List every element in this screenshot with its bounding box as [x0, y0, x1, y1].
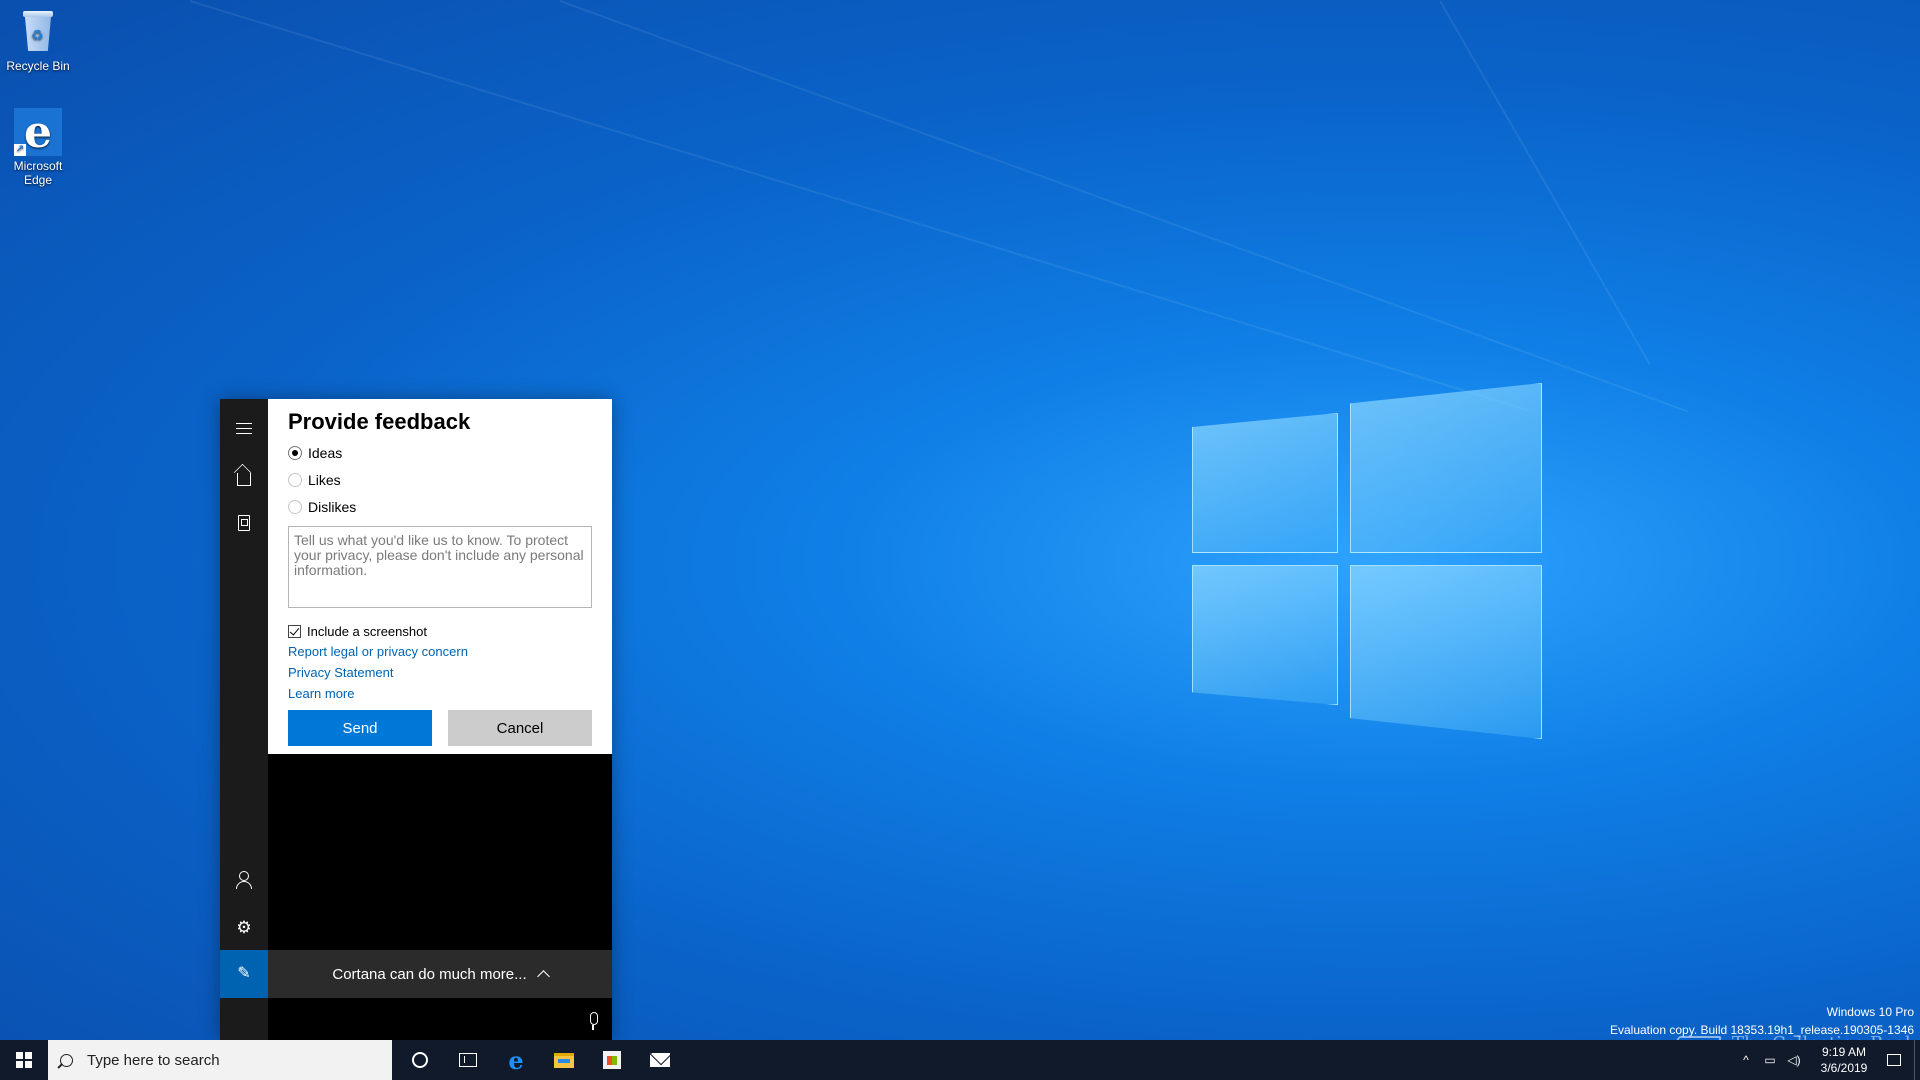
taskbar-file-explorer-button[interactable] [540, 1040, 588, 1080]
task-view-button[interactable] [444, 1040, 492, 1080]
notebook-button[interactable] [220, 499, 268, 547]
cortana-panel: ⚙ ✎ Provide feedback Ideas Likes Dislike… [220, 399, 612, 1040]
windows-start-icon [16, 1052, 32, 1068]
taskbar-store-button[interactable] [588, 1040, 636, 1080]
radio-label: Likes [308, 471, 341, 488]
clock-time: 9:19 AM [1821, 1045, 1867, 1059]
mail-icon [650, 1053, 670, 1067]
hamburger-icon [236, 422, 252, 434]
report-legal-link[interactable]: Report legal or privacy concern [288, 641, 592, 662]
store-icon [603, 1051, 621, 1069]
cortana-more-bar[interactable]: Cortana can do much more... [268, 950, 612, 998]
radio-label: Dislikes [308, 498, 357, 515]
task-view-icon [459, 1053, 477, 1067]
feedback-icon: ✎ [237, 965, 251, 982]
radio-button[interactable] [288, 445, 302, 460]
system-tray: ^ ▭ ◁) 9:19 AM 3/6/2019 [1734, 1040, 1920, 1080]
settings-button[interactable]: ⚙ [220, 903, 268, 951]
volume-button[interactable]: ◁) [1782, 1040, 1806, 1080]
taskbar-edge-button[interactable]: e [492, 1040, 540, 1080]
menu-button[interactable] [220, 404, 268, 452]
radio-ideas[interactable]: Ideas [288, 439, 592, 466]
network-icon: ▭ [1764, 1053, 1776, 1067]
recycle-bin-icon: ♻ [14, 8, 62, 56]
search-icon [60, 1053, 73, 1067]
radio-likes[interactable]: Likes [288, 466, 592, 493]
show-desktop-button[interactable] [1914, 1040, 1920, 1080]
microphone-icon[interactable] [588, 1012, 598, 1030]
start-button[interactable] [0, 1040, 48, 1080]
desktop-icon-edge[interactable]: e ↗ Microsoft Edge [4, 107, 72, 188]
learn-more-link[interactable]: Learn more [288, 683, 592, 704]
account-button[interactable] [220, 855, 268, 903]
chevron-up-icon: ^ [1743, 1053, 1749, 1067]
cortana-icon [412, 1052, 428, 1068]
light-beam [1439, 0, 1651, 366]
speaker-icon: ◁) [1787, 1053, 1801, 1067]
radio-dislikes[interactable]: Dislikes [288, 493, 592, 520]
search-input[interactable] [87, 1051, 367, 1069]
person-icon [236, 871, 252, 889]
include-screenshot-row[interactable]: Include a screenshot [288, 621, 592, 641]
feedback-button[interactable]: ✎ [220, 950, 268, 998]
edge-icon: e ↗ [14, 107, 62, 158]
feedback-buttons: Send Cancel [288, 710, 592, 746]
include-screenshot-checkbox[interactable] [288, 624, 301, 638]
desktop-icon-label: Recycle Bin [6, 59, 70, 73]
notification-icon [1887, 1054, 1901, 1066]
taskbar: e ^ ▭ ◁) 9:19 AM 3/6/2019 [0, 1040, 1920, 1080]
cortana-rail: ⚙ ✎ [220, 399, 268, 1040]
send-button[interactable]: Send [288, 710, 432, 746]
notebook-icon [238, 515, 250, 531]
taskbar-mail-button[interactable] [636, 1040, 684, 1080]
radio-button[interactable] [288, 472, 302, 487]
radio-label: Ideas [308, 444, 343, 461]
desktop-icon-recycle-bin[interactable]: ♻ Recycle Bin [4, 8, 72, 73]
edition-text: Windows 10 Pro [1826, 1005, 1914, 1019]
windows-logo [1192, 383, 1542, 739]
home-button[interactable] [220, 452, 268, 500]
gear-icon: ⚙ [236, 917, 252, 937]
show-hidden-icons-button[interactable]: ^ [1734, 1040, 1758, 1080]
action-center-button[interactable] [1882, 1040, 1906, 1080]
light-beam [559, 0, 1688, 413]
feedback-form: Provide feedback Ideas Likes Dislikes In… [268, 399, 612, 754]
taskbar-search[interactable] [48, 1040, 392, 1080]
feedback-textarea[interactable] [288, 526, 592, 608]
clock-date: 3/6/2019 [1820, 1061, 1868, 1075]
privacy-statement-link[interactable]: Privacy Statement [288, 662, 592, 683]
include-screenshot-label: Include a screenshot [307, 623, 427, 639]
clock-button[interactable]: 9:19 AM 3/6/2019 [1806, 1044, 1882, 1076]
cortana-more-label: Cortana can do much more... [332, 965, 527, 983]
chevron-up-icon [536, 970, 550, 983]
folder-icon [554, 1052, 574, 1068]
edge-icon: e [508, 1045, 524, 1075]
network-button[interactable]: ▭ [1758, 1040, 1782, 1080]
light-beam [189, 0, 1530, 412]
feedback-title: Provide feedback [288, 409, 471, 434]
home-icon [237, 472, 251, 486]
cancel-button[interactable]: Cancel [448, 710, 592, 746]
desktop-icon-label: Microsoft Edge [13, 159, 63, 187]
radio-button[interactable] [288, 499, 302, 514]
cortana-button[interactable] [396, 1040, 444, 1080]
